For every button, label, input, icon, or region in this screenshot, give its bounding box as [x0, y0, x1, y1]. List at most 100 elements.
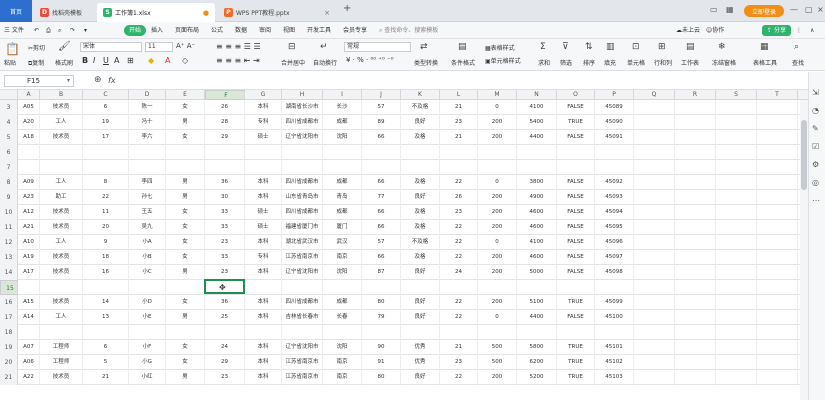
table-cell[interactable]: 工程师 — [40, 340, 83, 355]
table-cell[interactable]: 本科 — [245, 310, 282, 325]
table-cell[interactable]: 男 — [166, 190, 205, 205]
table-cell[interactable]: 本科 — [245, 355, 282, 370]
table-cell[interactable]: 男 — [166, 310, 205, 325]
table-cell[interactable]: 女 — [166, 235, 205, 250]
table-cell[interactable]: 23 — [440, 115, 478, 130]
table-cell[interactable] — [440, 325, 478, 340]
select-all-corner[interactable] — [0, 90, 18, 100]
table-cell[interactable]: 20 — [83, 220, 129, 235]
table-cell[interactable]: 0 — [478, 235, 517, 250]
row-header[interactable]: 11 — [0, 220, 18, 235]
table-cell[interactable]: 5200 — [517, 370, 557, 385]
table-cell[interactable]: TRUE — [557, 370, 595, 385]
column-header-h[interactable]: H — [282, 90, 323, 100]
table-cell[interactable] — [634, 325, 675, 340]
column-header-c[interactable]: C — [83, 90, 129, 100]
table-cell[interactable]: 29 — [205, 355, 245, 370]
name-box[interactable]: F15 — [4, 75, 74, 87]
row-header[interactable]: 18 — [0, 325, 18, 340]
table-cell[interactable] — [440, 145, 478, 160]
table-cell[interactable]: 吴九 — [129, 220, 166, 235]
table-cell[interactable] — [757, 310, 798, 325]
table-cell[interactable]: 200 — [478, 190, 517, 205]
table-cell[interactable]: 四川省成都市 — [282, 115, 323, 130]
fill-icon[interactable]: ▥ — [606, 42, 615, 52]
table-cell[interactable] — [716, 145, 757, 160]
increase-font-icon[interactable]: A⁺ A⁻ — [176, 42, 195, 50]
column-header-f[interactable]: F — [205, 90, 245, 100]
minimize-icon[interactable]: — — [790, 5, 798, 14]
table-cell[interactable]: 本科 — [245, 340, 282, 355]
table-cell[interactable]: 45097 — [595, 250, 634, 265]
column-header-n[interactable]: N — [517, 90, 557, 100]
table-cell[interactable] — [675, 190, 716, 205]
table-cell[interactable]: 33 — [205, 205, 245, 220]
formula-input[interactable] — [122, 74, 802, 88]
table-cell[interactable]: 湖北省武汉市 — [282, 235, 323, 250]
table-cell[interactable]: 男 — [166, 115, 205, 130]
row-header[interactable]: 8 — [0, 175, 18, 190]
table-cell[interactable]: FALSE — [557, 130, 595, 145]
table-cell[interactable]: 45099 — [595, 295, 634, 310]
column-header-b[interactable]: B — [40, 90, 83, 100]
table-cell[interactable]: 工人 — [40, 310, 83, 325]
table-cell[interactable]: A18 — [18, 130, 40, 145]
table-cell[interactable]: 45089 — [595, 100, 634, 115]
table-cell[interactable]: A05 — [18, 100, 40, 115]
table-cell[interactable]: A20 — [18, 115, 40, 130]
table-cell[interactable]: 本科 — [245, 190, 282, 205]
table-cell[interactable]: 良好 — [401, 190, 440, 205]
table-cell[interactable] — [757, 190, 798, 205]
table-cell[interactable]: 及格 — [401, 130, 440, 145]
row-header[interactable]: 5 — [0, 130, 18, 145]
menu-page-layout[interactable]: 页面布局 — [175, 25, 199, 36]
table-cell[interactable]: 90 — [362, 340, 401, 355]
table-cell[interactable] — [716, 190, 757, 205]
table-cell[interactable] — [634, 205, 675, 220]
collab-button[interactable]: ☺协作 — [706, 25, 724, 36]
table-cell[interactable]: 21 — [83, 370, 129, 385]
table-cell[interactable]: 4400 — [517, 310, 557, 325]
table-cell[interactable]: 辽宁省沈阳市 — [282, 130, 323, 145]
table-cell[interactable] — [323, 160, 362, 175]
cond-format-icon[interactable]: ▤ — [458, 42, 467, 52]
table-cell[interactable]: 23 — [440, 205, 478, 220]
table-cell[interactable]: 山东省青岛市 — [282, 190, 323, 205]
table-cell[interactable] — [634, 235, 675, 250]
table-cell[interactable]: 28 — [205, 115, 245, 130]
table-cell[interactable]: 冯十 — [129, 115, 166, 130]
table-cell[interactable] — [634, 355, 675, 370]
row-header[interactable]: 17 — [0, 310, 18, 325]
table-cell[interactable] — [675, 355, 716, 370]
table-cell[interactable]: 硕士 — [245, 220, 282, 235]
table-cell[interactable] — [757, 160, 798, 175]
scrollbar-thumb[interactable] — [801, 120, 807, 190]
row-header[interactable]: 9 — [0, 190, 18, 205]
table-cell[interactable]: 李四 — [129, 175, 166, 190]
table-cell[interactable]: 79 — [362, 310, 401, 325]
type-convert-button[interactable]: 类型转换 — [414, 58, 438, 67]
table-cell[interactable]: 22 — [440, 370, 478, 385]
table-cell[interactable]: 小红 — [129, 370, 166, 385]
table-cell[interactable]: 良好 — [401, 265, 440, 280]
table-cell[interactable]: 80 — [362, 370, 401, 385]
table-cell[interactable]: A09 — [18, 175, 40, 190]
table-cell[interactable] — [716, 175, 757, 190]
sidebar-icon-3[interactable]: ✎ — [812, 124, 819, 133]
table-cell[interactable] — [675, 265, 716, 280]
column-header-p[interactable]: P — [595, 90, 634, 100]
table-cell[interactable]: 91 — [362, 355, 401, 370]
table-cell[interactable]: 66 — [362, 220, 401, 235]
table-cell[interactable] — [517, 325, 557, 340]
table-cell[interactable]: 22 — [440, 295, 478, 310]
table-cell[interactable]: 22 — [440, 310, 478, 325]
freeze-button[interactable]: 冻结窗格 — [712, 58, 736, 67]
table-cell[interactable]: 21 — [440, 340, 478, 355]
table-cell[interactable]: 66 — [362, 205, 401, 220]
table-cell[interactable]: FALSE — [557, 310, 595, 325]
column-header-g[interactable]: G — [245, 90, 282, 100]
table-cell[interactable]: FALSE — [557, 235, 595, 250]
table-cell[interactable] — [757, 250, 798, 265]
table-cell[interactable]: 30 — [205, 190, 245, 205]
row-header[interactable]: 21 — [0, 370, 18, 385]
